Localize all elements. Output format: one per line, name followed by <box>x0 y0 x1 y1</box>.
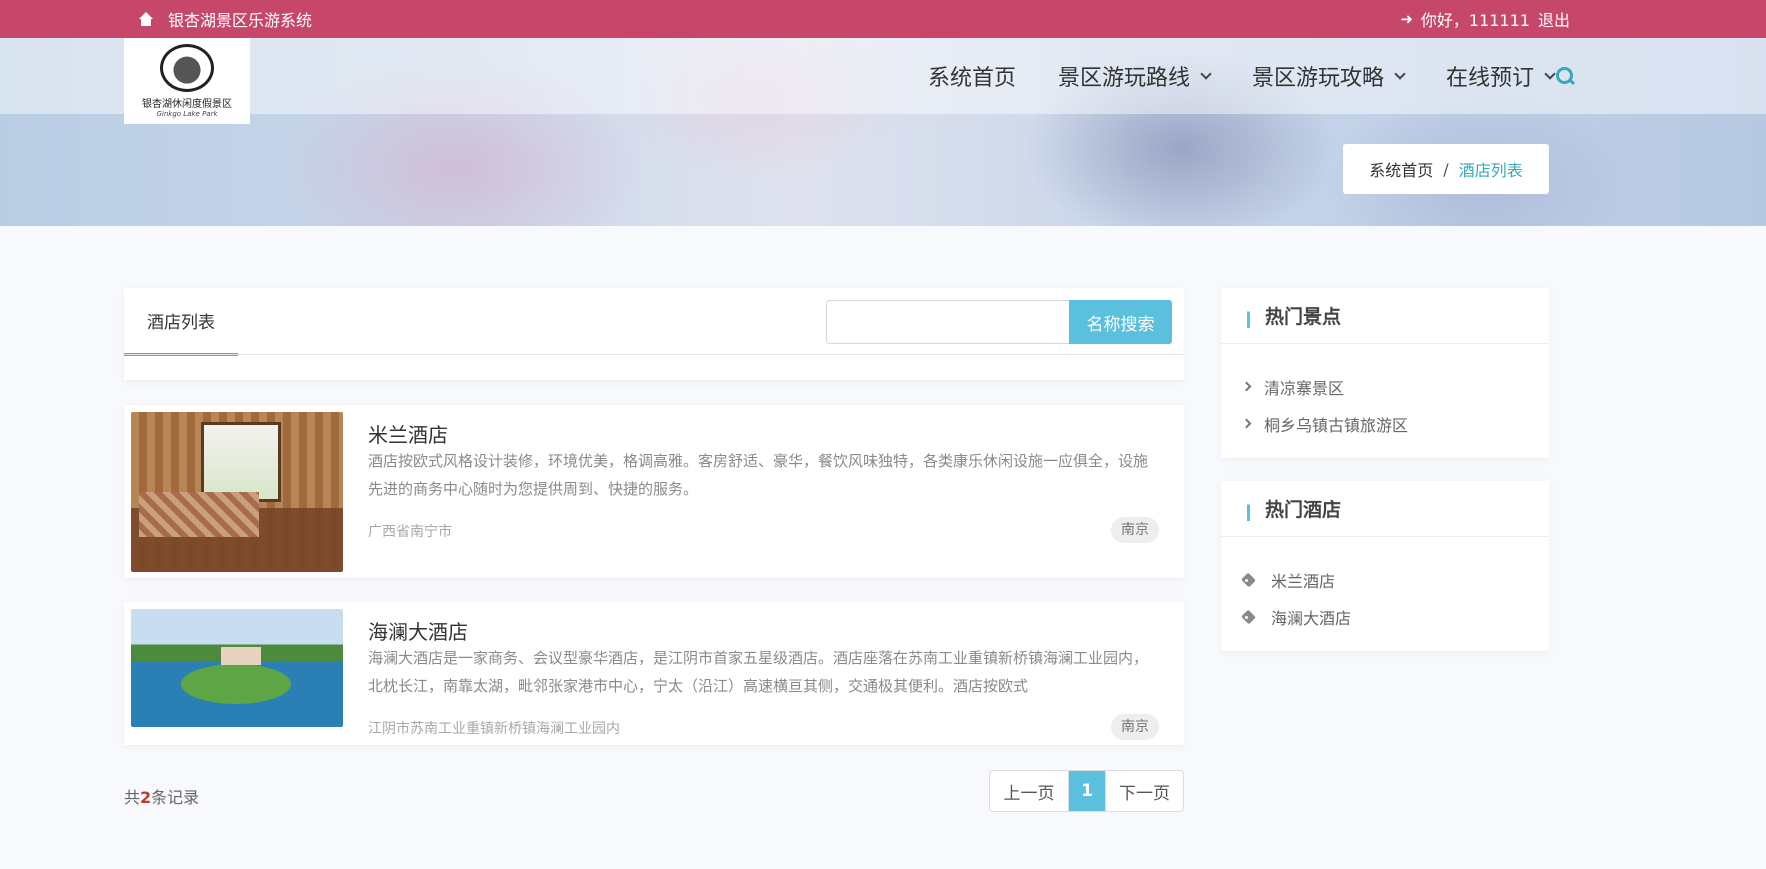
nav-home-label: 系统首页 <box>927 66 1016 91</box>
breadcrumb-separator: / <box>1443 159 1449 179</box>
nav-booking-label: 在线预订 <box>1445 66 1534 91</box>
top-bar: 银杏湖景区乐游系统 ➜ 你好，111111 退出 <box>0 0 1766 38</box>
home-icon[interactable] <box>138 12 154 26</box>
hot-spots-title: 热门景点 <box>1265 306 1342 328</box>
nav-guides[interactable]: 景区游玩攻略 <box>1251 60 1406 92</box>
search-input[interactable] <box>826 300 1070 344</box>
hotel-name[interactable]: 海澜大酒店 <box>368 616 468 645</box>
chevron-down-icon <box>1394 68 1406 80</box>
nav-booking[interactable]: 在线预订 <box>1445 60 1556 92</box>
pagination: 上一页 1 下一页 <box>989 770 1184 812</box>
logo[interactable]: 银杏湖休闲度假景区 Ginkgo Lake Park <box>124 38 250 124</box>
next-page-button[interactable]: 下一页 <box>1105 771 1183 811</box>
window-shape <box>201 422 281 502</box>
hot-spot-item[interactable]: 清凉寨景区 <box>1241 368 1549 405</box>
breadcrumb-home[interactable]: 系统首页 <box>1369 157 1433 181</box>
tab-hotel-list[interactable]: 酒店列表 <box>124 288 238 356</box>
hotel-card[interactable]: 海澜大酒店 海澜大酒店是一家商务、会议型豪华酒店，是江阴市首家五星级酒店。酒店座… <box>124 602 1184 745</box>
top-bar-right: ➜ 你好，111111 退出 <box>1400 0 1570 38</box>
hot-spot-item[interactable]: 桐乡乌镇古镇旅游区 <box>1241 405 1549 442</box>
hotel-address: 广西省南宁市 <box>368 524 452 540</box>
hot-hotel-label: 海澜大酒店 <box>1271 608 1352 628</box>
site-name[interactable]: 银杏湖景区乐游系统 <box>168 7 312 31</box>
hotel-card[interactable]: 米兰酒店 酒店按欧式风格设计装修，环境优美，格调高雅。客房舒适、豪华，餐饮风味独… <box>124 405 1184 578</box>
hot-spot-label: 清凉寨景区 <box>1264 378 1345 398</box>
logo-subtitle: Ginkgo Lake Park <box>156 110 218 118</box>
hotel-description: 海澜大酒店是一家商务、会议型豪华酒店，是江阴市首家五星级酒店。酒店座落在苏南工业… <box>368 649 1149 695</box>
search-button[interactable]: 名称搜索 <box>1069 300 1172 344</box>
page-1-button[interactable]: 1 <box>1069 771 1105 811</box>
breadcrumb: 系统首页 / 酒店列表 <box>1343 144 1549 194</box>
hot-hotels-title: 热门酒店 <box>1265 499 1342 521</box>
search-icon[interactable] <box>1556 67 1574 85</box>
sign-in-icon: ➜ <box>1400 10 1413 28</box>
hotel-image[interactable] <box>131 609 343 727</box>
nav-routes-label: 景区游玩路线 <box>1057 66 1190 91</box>
hotel-description: 酒店按欧式风格设计装修，环境优美，格调高雅。客房舒适、豪华，餐饮风味独特，各类康… <box>368 452 1149 498</box>
header-accent-bar <box>1247 499 1250 521</box>
hot-spots-list: 清凉寨景区 桐乡乌镇古镇旅游区 <box>1221 344 1549 452</box>
hot-hotels-header: 热门酒店 <box>1221 481 1549 537</box>
hot-hotel-label: 米兰酒店 <box>1271 571 1336 591</box>
list-header: 酒店列表 名称搜索 <box>124 288 1184 380</box>
greeting: 你好，111111 <box>1420 11 1530 30</box>
nav-home[interactable]: 系统首页 <box>928 60 1016 92</box>
island-shape <box>181 664 291 704</box>
chevron-right-icon <box>1241 418 1252 429</box>
hotel-name[interactable]: 米兰酒店 <box>368 419 448 448</box>
chevron-down-icon <box>1200 68 1212 80</box>
hot-hotels-card: 热门酒店 米兰酒店 海澜大酒店 <box>1221 481 1549 651</box>
top-bar-left: 银杏湖景区乐游系统 <box>138 0 312 38</box>
tag-icon <box>1243 610 1257 624</box>
hot-hotels-list: 米兰酒店 海澜大酒店 <box>1221 537 1549 645</box>
chevron-right-icon <box>1241 381 1252 392</box>
prev-page-button[interactable]: 上一页 <box>990 771 1069 811</box>
building-shape <box>221 647 261 665</box>
hotel-image[interactable] <box>131 412 343 572</box>
logo-emblem-icon <box>160 44 214 92</box>
logo-name: 银杏湖休闲度假景区 <box>142 99 232 110</box>
header-accent-bar <box>1247 306 1250 328</box>
chevron-down-icon <box>1544 68 1556 80</box>
hot-hotel-item[interactable]: 海澜大酒店 <box>1241 598 1549 635</box>
hot-hotel-item[interactable]: 米兰酒店 <box>1241 561 1549 598</box>
hot-spots-card: 热门景点 清凉寨景区 桐乡乌镇古镇旅游区 <box>1221 288 1549 458</box>
tag-icon <box>1243 573 1257 587</box>
hot-spots-header: 热门景点 <box>1221 288 1549 344</box>
banner: 银杏湖休闲度假景区 Ginkgo Lake Park 系统首页 景区游玩路线 景… <box>0 38 1766 226</box>
main-nav: 系统首页 景区游玩路线 景区游玩攻略 在线预订 <box>928 38 1556 114</box>
tab-divider <box>124 354 1184 355</box>
bed-shape <box>139 492 259 537</box>
nav-guides-label: 景区游玩攻略 <box>1251 66 1384 91</box>
hot-spot-label: 桐乡乌镇古镇旅游区 <box>1264 415 1409 435</box>
city-badge: 南京 <box>1111 517 1159 543</box>
logout-link[interactable]: 退出 <box>1538 7 1570 31</box>
breadcrumb-current: 酒店列表 <box>1458 161 1523 180</box>
record-count: 共2条记录 <box>124 784 199 808</box>
record-prefix: 共 <box>124 788 141 807</box>
nav-routes[interactable]: 景区游玩路线 <box>1057 60 1212 92</box>
record-number: 2 <box>140 788 152 807</box>
hotel-address: 江阴市苏南工业重镇新桥镇海澜工业园内 <box>368 721 620 737</box>
city-badge: 南京 <box>1111 714 1159 740</box>
record-suffix: 条记录 <box>151 788 200 807</box>
